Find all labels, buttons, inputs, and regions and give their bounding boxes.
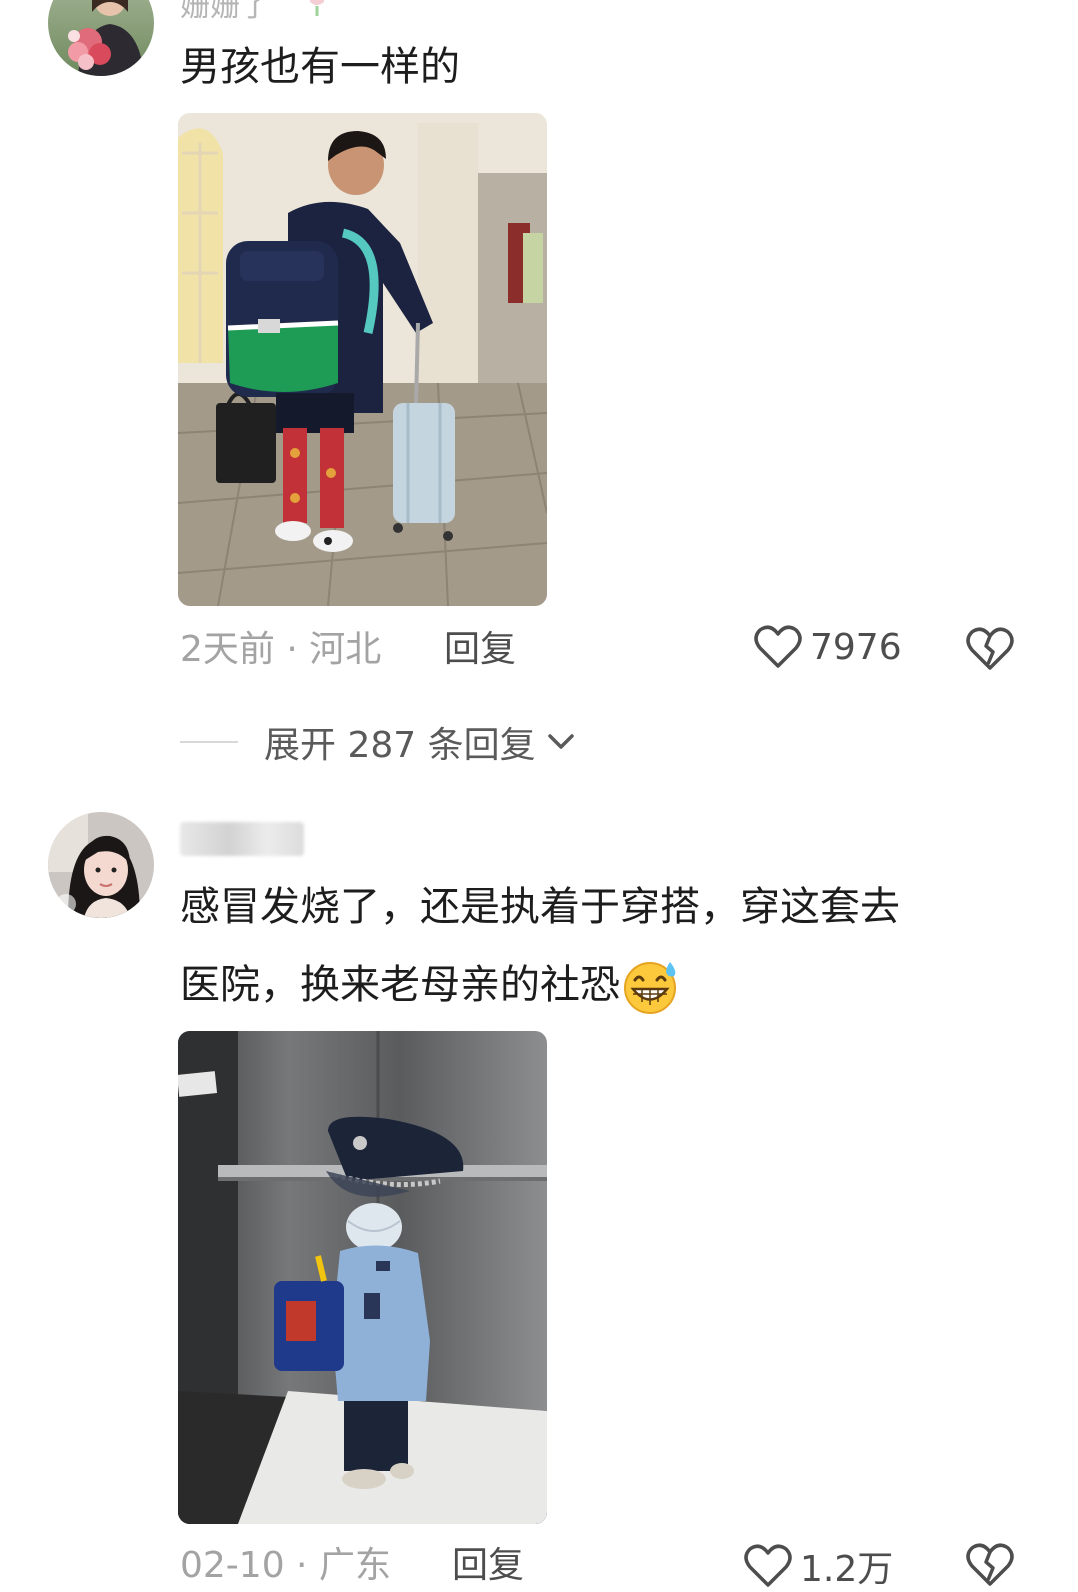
comment-text-line1: 感冒发烧了，还是执着于穿搭，穿这套去 <box>180 884 900 930</box>
user-avatar[interactable] <box>48 812 154 918</box>
comment-photo[interactable] <box>178 1031 547 1524</box>
username-blurred <box>180 822 304 856</box>
broken-heart-icon[interactable] <box>966 1542 1014 1588</box>
like-count: 1.2万 <box>800 1549 894 1590</box>
grinning-sweat-emoji <box>624 962 676 1014</box>
comment-2: 感冒发烧了，还是执着于穿搭，穿这套去 医院，换来老母亲的社恐 02-10 · 广… <box>0 0 1078 1590</box>
reply-button[interactable]: 回复 <box>452 1548 524 1584</box>
comment-text: 感冒发烧了，还是执着于穿搭，穿这套去 医院，换来老母亲的社恐 <box>180 868 1020 1024</box>
comment-time-location: 02-10 · 广东 <box>180 1545 391 1586</box>
heart-outline-icon <box>744 1544 792 1587</box>
like-button[interactable]: 1.2万 <box>744 1540 893 1592</box>
comment-text-line2: 医院，换来老母亲的社恐 <box>180 962 620 1008</box>
